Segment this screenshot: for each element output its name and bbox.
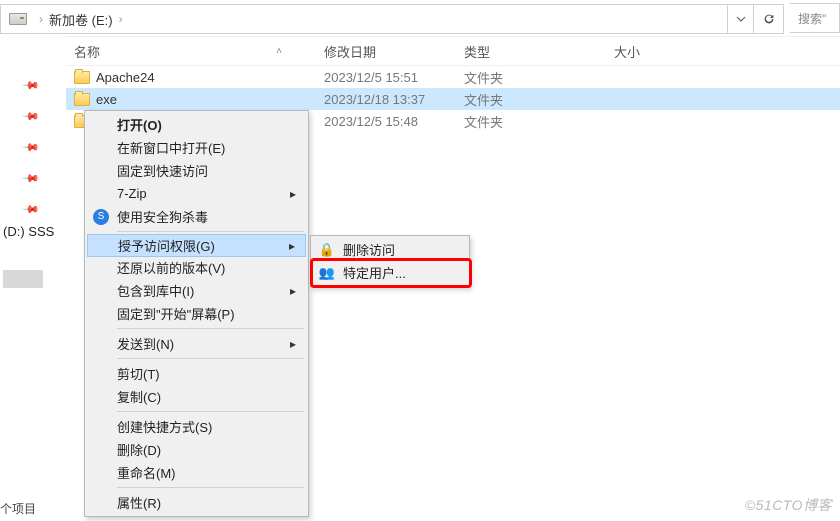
menu-grant-access[interactable]: 授予访问权限(G)▸ [87,234,306,257]
menu-pin-quick-access[interactable]: 固定到快速访问 [87,159,306,182]
menu-separator [117,411,304,412]
file-type: 文件夹 [464,68,614,87]
submenu-grant-access: 🔒删除访问 👥特定用户... [310,235,470,287]
search-input[interactable]: 搜索" [790,3,840,33]
menu-include-library[interactable]: 包含到库中(I)▸ [87,279,306,302]
chevron-right-icon: › [119,12,123,26]
folder-icon [74,93,90,106]
chevron-right-icon: ▸ [290,337,296,351]
menu-open[interactable]: 打开(O) [87,113,306,136]
file-name: exe [96,92,117,107]
column-size[interactable]: 大小 [614,42,714,61]
menu-open-new-window[interactable]: 在新窗口中打开(E) [87,136,306,159]
pin-icon[interactable]: 📌 [21,169,40,188]
menu-restore-previous[interactable]: 还原以前的版本(V) [87,256,306,279]
address-dropdown[interactable] [727,5,753,33]
chevron-down-icon [736,14,746,24]
file-date: 2023/12/5 15:48 [324,114,464,129]
menu-separator [117,358,304,359]
menu-safedog-scan[interactable]: S使用安全狗杀毒 [87,205,306,228]
chevron-right-icon: ▸ [290,284,296,298]
watermark: ©51CTO博客 [745,495,832,515]
pin-icon[interactable]: 📌 [21,107,40,126]
menu-send-to[interactable]: 发送到(N)▸ [87,332,306,355]
file-date: 2023/12/5 15:51 [324,70,464,85]
menu-7zip[interactable]: 7-Zip▸ [87,182,306,205]
column-date[interactable]: 修改日期 [324,42,464,61]
address-bar[interactable]: › 新加卷 (E:) › [0,4,784,34]
file-type: 文件夹 [464,90,614,109]
menu-properties[interactable]: 属性(R) [87,491,306,514]
refresh-icon [762,12,776,26]
file-date: 2023/12/18 13:37 [324,92,464,107]
breadcrumb[interactable]: › 新加卷 (E:) › [1,5,727,33]
column-headers[interactable]: 名称 ˄ 修改日期 类型 大小 [66,36,840,66]
sort-indicator-icon: ˄ [276,46,282,57]
context-menu: 打开(O) 在新窗口中打开(E) 固定到快速访问 7-Zip▸ S使用安全狗杀毒… [84,110,309,517]
chevron-right-icon: ▸ [290,187,296,201]
status-bar: 个项目 [0,500,36,517]
table-row[interactable]: Apache24 2023/12/5 15:51文件夹 [66,66,840,88]
users-icon: 👥 [319,265,335,281]
table-row[interactable]: exe 2023/12/18 13:37文件夹 [66,88,840,110]
drive-icon [9,13,27,25]
sidebar-divider [3,270,43,288]
pin-icon[interactable]: 📌 [21,138,40,157]
search-placeholder: 搜索" [798,10,826,27]
menu-rename[interactable]: 重命名(M) [87,461,306,484]
menu-create-shortcut[interactable]: 创建快捷方式(S) [87,415,306,438]
menu-cut[interactable]: 剪切(T) [87,362,306,385]
submenu-specific-users[interactable]: 👥特定用户... [313,261,467,284]
sidebar-item-drive[interactable]: (D:) SSS [3,224,54,239]
refresh-button[interactable] [753,5,783,33]
menu-copy[interactable]: 复制(C) [87,385,306,408]
pin-icon[interactable]: 📌 [21,200,40,219]
menu-separator [117,231,304,232]
sidebar: 📌 📌 📌 📌 📌 [0,36,66,225]
menu-separator [117,328,304,329]
column-name[interactable]: 名称 ˄ [66,42,324,61]
file-name: Apache24 [96,70,155,85]
chevron-right-icon: ▸ [289,239,295,253]
menu-separator [117,487,304,488]
folder-icon [74,71,90,84]
file-type: 文件夹 [464,112,614,131]
shield-icon: S [93,209,109,225]
pin-icon[interactable]: 📌 [21,76,40,95]
lock-icon: 🔒 [319,242,335,258]
breadcrumb-item[interactable]: 新加卷 (E:) [49,10,113,29]
menu-delete[interactable]: 删除(D) [87,438,306,461]
column-type[interactable]: 类型 [464,42,614,61]
submenu-remove-access[interactable]: 🔒删除访问 [313,238,467,261]
chevron-right-icon: › [39,12,43,26]
menu-pin-start[interactable]: 固定到"开始"屏幕(P) [87,302,306,325]
